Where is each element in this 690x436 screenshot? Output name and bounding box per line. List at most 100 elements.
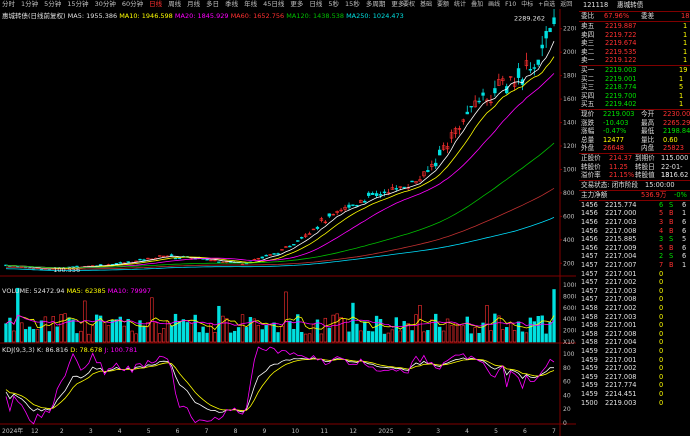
right-toolbar-item[interactable]: 统计 [454,0,466,9]
tick-price: 2215.885 [605,235,637,244]
buy-price: 2219.001 [605,74,637,83]
sell-vol: 1 [683,22,688,30]
period-tab[interactable]: 30分钟 [93,0,118,9]
tick-row: 1456 2217.000 5 B 1 [579,209,690,218]
volume-bar [252,318,257,343]
period-tab[interactable]: 季线 [223,0,240,9]
volume-bar [185,322,190,343]
volume-bar [367,330,371,343]
sell-row: 卖二 2219.535 1 [579,48,690,57]
volume-bar [426,330,430,343]
period-tab[interactable]: 年线 [242,0,259,9]
volume-tick-label: X10 [563,339,575,346]
volume-bar [154,322,158,343]
price-tick-label: 2200 [563,26,576,33]
candle-body [296,240,300,242]
date-tick-label: 9 [263,428,267,435]
period-tab[interactable]: 分时 [0,0,17,9]
volume-bar [221,315,225,343]
sell-row: 卖三 2219.674 1 [579,39,690,48]
candle-body [410,180,414,183]
right-toolbar-item[interactable]: 要权 [403,0,415,9]
stock-name: 惠城转债 [617,1,644,9]
sell-label: 卖一 [581,56,595,65]
period-tab[interactable]: 周线 [166,0,183,9]
period-tab[interactable]: 多日 [204,0,221,9]
extra-label: 转股价 [581,162,601,171]
extra-label: 到期价 [635,154,655,162]
tick-row: 1457 2217.004 2 S 6 [579,252,690,261]
period-tab[interactable]: 日线 [147,0,164,9]
period-tab[interactable]: 45日线 [261,0,286,9]
stat-row: 外盘 26648 内盘 25823 [579,144,690,153]
period-tab[interactable]: 15秒 [343,0,362,9]
right-toolbar-item[interactable]: F10 [505,0,516,9]
volume-bar [20,322,24,343]
right-toolbar-item[interactable]: 返回 [560,0,572,9]
sell-label: 卖四 [581,30,595,39]
sell-vol: 1 [683,47,688,56]
volume-bar [91,325,95,343]
tick-price: 2217.002 [605,304,637,312]
right-toolbar: 要权 基础 要额 统计 叠加 画线 F10 中标 +自选 返回 [403,0,577,9]
volume-bar [189,323,193,343]
kline-chart[interactable]: 2200200018001600140012001000800600400200… [0,9,576,436]
period-tab[interactable]: 5秒 [326,0,341,9]
candle-body [370,193,375,195]
volume-bar [300,331,304,343]
extra-label: 正股价 [581,154,601,162]
period-tab[interactable]: 15分钟 [65,0,90,9]
trade-status-time: 15:00:00 [645,180,675,189]
right-toolbar-item[interactable]: 画线 [488,0,500,9]
candle-body [378,194,383,196]
buy-vol: 19 [679,66,688,74]
volume-bar [94,314,99,343]
right-toolbar-item[interactable]: 叠加 [471,0,483,9]
ma250-line [5,217,555,271]
tick-dir: B [669,226,674,235]
right-toolbar-item[interactable]: +自选 [538,0,555,9]
volume-bar [236,327,241,343]
period-tab[interactable]: 月线 [185,0,202,9]
buy-vol: 1 [679,74,684,83]
sell-price: 2219.887 [605,22,637,30]
candle-body [374,193,379,196]
volume-bar [339,317,343,343]
period-tab[interactable]: 多周期 [364,0,388,9]
period-tab[interactable]: 5分钟 [42,0,63,9]
period-tab[interactable]: 日线 [307,0,324,9]
price-tick-label: 1800 [563,73,576,80]
price-tick-label: 400 [563,237,575,244]
kdj-title: KDJ(9,3,3) [2,346,35,354]
volume-bar [205,332,209,343]
ma20-legend: MA20: 1845.929 [174,12,229,20]
tick-time: 1457 [581,261,598,269]
volume-bar [51,316,55,343]
weicha-label: 委差 [641,12,655,20]
tick-price: 2217.002 [605,278,637,287]
tick-row: 1459 2217.002 0 [579,364,690,373]
price-tick-label: 800 [563,190,575,197]
volume-bar [169,325,174,343]
date-tick-label: 2 [60,428,64,435]
main-legend: 惠城转债(日线前复权) MA5: 1955.386 MA10: 1946.598… [2,10,404,20]
tick-price: 2217.003 [605,286,637,295]
buy-label: 买二 [581,74,595,83]
right-toolbar-item[interactable]: 要额 [437,0,449,9]
candle-body [347,204,351,208]
tick-time: 1458 [581,304,598,312]
volume-bar [449,325,454,343]
trade-status-row: 交易状态: 闭市阶段 15:00:00 [579,181,690,190]
period-tab[interactable]: 60分钟 [120,0,145,9]
right-toolbar-item[interactable]: 中标 [521,0,533,9]
volume-bar [528,317,533,343]
chart-area[interactable]: 2200200018001600140012001000800600400200… [0,9,576,436]
period-tab[interactable]: 1分钟 [19,0,40,9]
volume-bar [497,315,501,343]
buy-price: 2219.003 [605,66,637,74]
date-tick-label: 7 [552,428,556,435]
right-toolbar-item[interactable]: 基础 [420,0,432,9]
buy-price: 2219.700 [605,91,637,100]
period-tab[interactable]: 更多 [288,0,305,9]
kdj-k-line [5,357,554,413]
